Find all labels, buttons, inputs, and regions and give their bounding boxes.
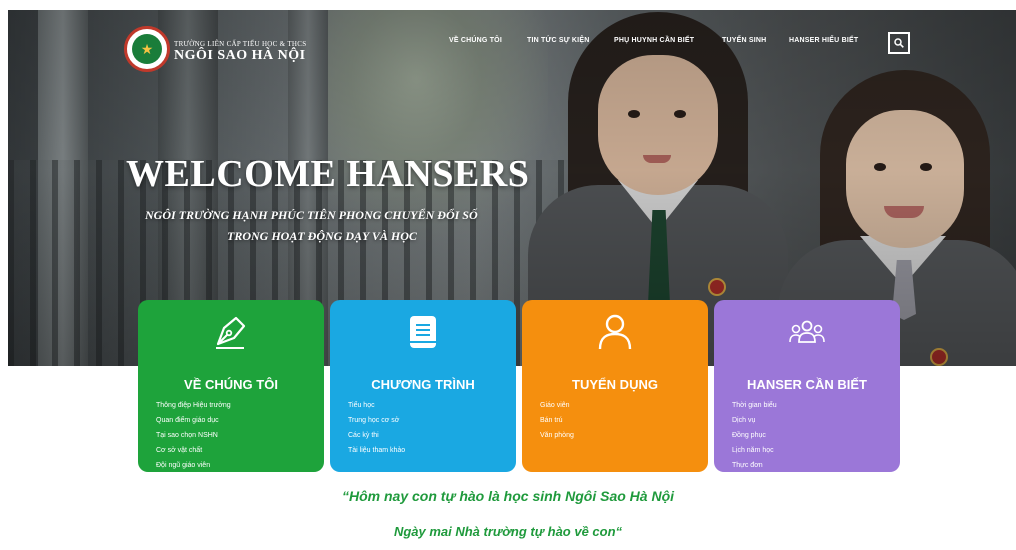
brand-tagline: Trường liên cấp Tiểu học & THCS [174, 40, 307, 48]
school-logo[interactable]: ★ [124, 26, 170, 72]
card-link[interactable]: Các kỳ thi [348, 428, 405, 443]
book-icon [330, 312, 516, 352]
pen-nib-icon [138, 312, 324, 352]
nav-item-ve-chung-toi[interactable]: VỀ CHÚNG TÔI [449, 37, 502, 44]
nav-item-phu-huynh-can-biet[interactable]: PHỤ HUYNH CẦN BIẾT [614, 37, 694, 44]
card-link[interactable]: Cơ sở vật chất [156, 443, 231, 458]
nav-item-tin-tuc-su-kien[interactable]: TIN TỨC SỰ KIỆN [527, 37, 589, 44]
users-group-icon [714, 312, 900, 352]
card-links: Thời gian biểu Dịch vụ Đồng phục Lịch nă… [732, 398, 777, 473]
home-page: ★ Trường liên cấp Tiểu học & THCS NGÔI S… [0, 0, 1016, 550]
user-icon [522, 312, 708, 352]
card-link[interactable]: Thời gian biểu [732, 398, 777, 413]
card-link[interactable]: Thông điệp Hiệu trưởng [156, 398, 231, 413]
card-links: Thông điệp Hiệu trưởng Quan điểm giáo dụ… [156, 398, 231, 473]
card-link[interactable]: Tiểu học [348, 398, 405, 413]
card-link[interactable]: Lịch năm học [732, 443, 777, 458]
card-link[interactable]: Tài liệu tham khảo [348, 443, 405, 458]
card-title: VỀ CHÚNG TÔI [184, 377, 278, 392]
school-star-logo-icon: ★ [132, 34, 162, 64]
card-link[interactable]: Giáo viên [540, 398, 574, 413]
hero-subtitle-line1: NGÔI TRƯỜNG HẠNH PHÚC TIÊN PHONG CHUYỂN … [145, 208, 478, 222]
card-link[interactable]: Đồng phục [732, 428, 777, 443]
card-link[interactable]: Trung học cơ sở [348, 413, 405, 428]
motto-line1: “Hôm nay con tự hào là học sinh Ngôi Sao… [341, 488, 675, 504]
card-link[interactable]: Thực đơn [732, 458, 777, 473]
card-title: HANSER CẦN BIẾT [747, 377, 867, 392]
card-links: Tiểu học Trung học cơ sở Các kỳ thi Tài … [348, 398, 405, 458]
card-hanser-can-biet[interactable]: HANSER CẦN BIẾT Thời gian biểu Dịch vụ Đ… [714, 300, 900, 472]
card-links: Giáo viên Bán trú Văn phòng [540, 398, 574, 443]
motto-line2: Ngày mai Nhà trường tự hào về con“ [393, 524, 623, 539]
nav-item-hanser-hieu-biet[interactable]: HANSER HIỂU BIẾT [789, 37, 858, 44]
search-icon [894, 38, 904, 48]
nav-item-tuyen-sinh[interactable]: TUYỂN SINH [722, 37, 766, 44]
card-ve-chung-toi[interactable]: VỀ CHÚNG TÔI Thông điệp Hiệu trưởng Quan… [138, 300, 324, 472]
card-link[interactable]: Tại sao chọn NSHN [156, 428, 231, 443]
brand-name[interactable]: NGÔI SAO HÀ NỘI [174, 48, 306, 64]
card-link[interactable]: Văn phòng [540, 428, 574, 443]
card-link[interactable]: Bán trú [540, 413, 574, 428]
hero-title: WELCOME HANSERS [126, 153, 530, 195]
card-link[interactable]: Quan điểm giáo dục [156, 413, 231, 428]
card-link[interactable]: Đội ngũ giáo viên [156, 458, 231, 473]
search-button[interactable] [888, 32, 910, 54]
card-link[interactable]: Dịch vụ [732, 413, 777, 428]
card-title: CHƯƠNG TRÌNH [371, 377, 475, 392]
hero-subtitle-line2: TRONG HOẠT ĐỘNG DẠY VÀ HỌC [227, 229, 417, 243]
card-title: TUYỂN DỤNG [572, 377, 658, 392]
card-chuong-trinh[interactable]: CHƯƠNG TRÌNH Tiểu học Trung học cơ sở Cá… [330, 300, 516, 472]
card-tuyen-dung[interactable]: TUYỂN DỤNG Giáo viên Bán trú Văn phòng [522, 300, 708, 472]
